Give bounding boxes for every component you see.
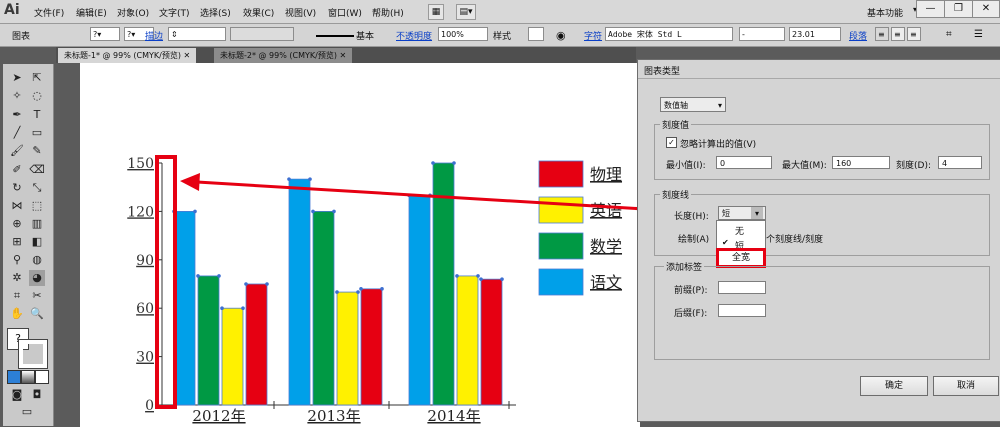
cancel-button[interactable]: 取消 xyxy=(933,376,999,396)
bar xyxy=(197,275,220,406)
legend-label: 语文 xyxy=(590,273,622,292)
axis-type-value: 数值轴 xyxy=(664,101,688,110)
bar xyxy=(221,307,244,406)
y-tick-label: 90 xyxy=(136,253,154,269)
bar xyxy=(173,210,196,406)
anchor-point xyxy=(308,177,312,181)
anchor-point xyxy=(455,274,459,278)
min-value-field[interactable]: 0 xyxy=(716,156,772,169)
bar xyxy=(432,162,455,406)
max-value-field[interactable]: 160 xyxy=(832,156,890,169)
bar xyxy=(456,275,479,406)
dialog-title: 图表类型 xyxy=(644,67,681,77)
bar xyxy=(408,194,431,406)
anchor-point xyxy=(311,209,315,214)
tick-marks-group xyxy=(654,194,990,256)
axis-type-select[interactable]: 数值轴 ▾ xyxy=(660,97,726,112)
title-divider xyxy=(638,78,1000,79)
length-option-full-width[interactable]: 全宽 xyxy=(716,248,766,268)
anchor-point xyxy=(479,277,483,281)
chevron-down-icon: ▾ xyxy=(751,207,763,219)
anchor-point xyxy=(335,290,339,294)
anchor-point xyxy=(431,161,435,165)
y-tick-label: 30 xyxy=(136,350,154,366)
suffix-label: 后缀(F): xyxy=(674,309,708,319)
anchor-point xyxy=(196,274,200,278)
max-label: 最大值(M): xyxy=(782,161,827,171)
add-labels-title: 添加标签 xyxy=(664,260,705,273)
bar-chart[interactable]: 0 30 60 90 120 150 2012年 2013年 2014年 物理英语数学语文 xyxy=(127,156,622,425)
legend-swatch xyxy=(538,160,584,188)
anchor-point xyxy=(241,306,245,311)
divisions-field[interactable]: 4 xyxy=(938,156,982,169)
prefix-field[interactable] xyxy=(718,281,766,294)
tick-marks-title: 刻度线 xyxy=(660,188,692,201)
anchor-point xyxy=(380,287,384,291)
prefix-label: 前缀(P): xyxy=(674,286,708,296)
x-category-label: 2013年 xyxy=(307,407,360,425)
length-label: 长度(H): xyxy=(674,212,709,222)
ok-button[interactable]: 确定 xyxy=(860,376,928,396)
anchor-point xyxy=(287,177,291,181)
anchor-point xyxy=(217,274,221,278)
legend-label: 物理 xyxy=(590,165,622,184)
anchor-point xyxy=(476,274,480,278)
bar xyxy=(480,278,503,406)
graph-type-dialog: 图表类型 数值轴 ▾ 刻度值 ✓ 忽略计算出的值(V) 最小值(I): 0 最大… xyxy=(637,59,1000,422)
legend-swatch xyxy=(538,268,584,296)
anchor-point xyxy=(500,277,504,281)
x-category-label: 2014年 xyxy=(427,407,480,425)
y-tick-label: 150 xyxy=(127,156,154,172)
suffix-field[interactable] xyxy=(718,304,766,317)
override-label: 忽略计算出的值(V) xyxy=(680,140,757,150)
y-tick-label: 0 xyxy=(145,398,154,414)
tick-values-title: 刻度值 xyxy=(660,118,692,131)
anchor-point xyxy=(332,209,336,214)
anchor-point xyxy=(244,282,248,286)
y-tick-label: 60 xyxy=(136,301,154,317)
x-category-label: 2012年 xyxy=(192,407,245,425)
bar xyxy=(312,210,335,406)
legend-label: 数学 xyxy=(590,237,622,256)
divisions-label: 刻度(D): xyxy=(896,161,931,171)
legend-label: 英语 xyxy=(590,201,622,220)
override-checkbox[interactable]: ✓ xyxy=(666,137,677,148)
bar xyxy=(336,291,359,406)
length-option-none[interactable]: 无 xyxy=(735,224,744,237)
legend-swatch xyxy=(538,232,584,260)
anchor-point xyxy=(220,306,224,311)
anchor-point xyxy=(265,282,269,286)
bar xyxy=(245,283,268,406)
y-tick-label: 120 xyxy=(127,204,154,220)
annotation-arrowhead xyxy=(180,173,200,191)
legend-swatch xyxy=(538,196,584,224)
anchor-point xyxy=(193,209,197,214)
length-select[interactable]: 短 ▾ xyxy=(718,206,766,220)
anchor-point xyxy=(356,290,360,294)
anchor-point xyxy=(452,161,456,165)
length-value: 短 xyxy=(722,209,730,218)
min-label: 最小值(I): xyxy=(666,161,706,171)
anchor-point xyxy=(359,287,363,291)
draw-label: 绘制(A) xyxy=(678,235,710,245)
chevron-down-icon: ▾ xyxy=(717,101,722,110)
draw-suffix-label: 个刻度线/刻度 xyxy=(766,235,824,245)
axis-highlight-box xyxy=(155,155,177,409)
checkmark-icon: ✔ xyxy=(722,238,729,247)
bar xyxy=(360,288,383,406)
tick-values-group xyxy=(654,124,990,180)
bar xyxy=(288,178,311,406)
